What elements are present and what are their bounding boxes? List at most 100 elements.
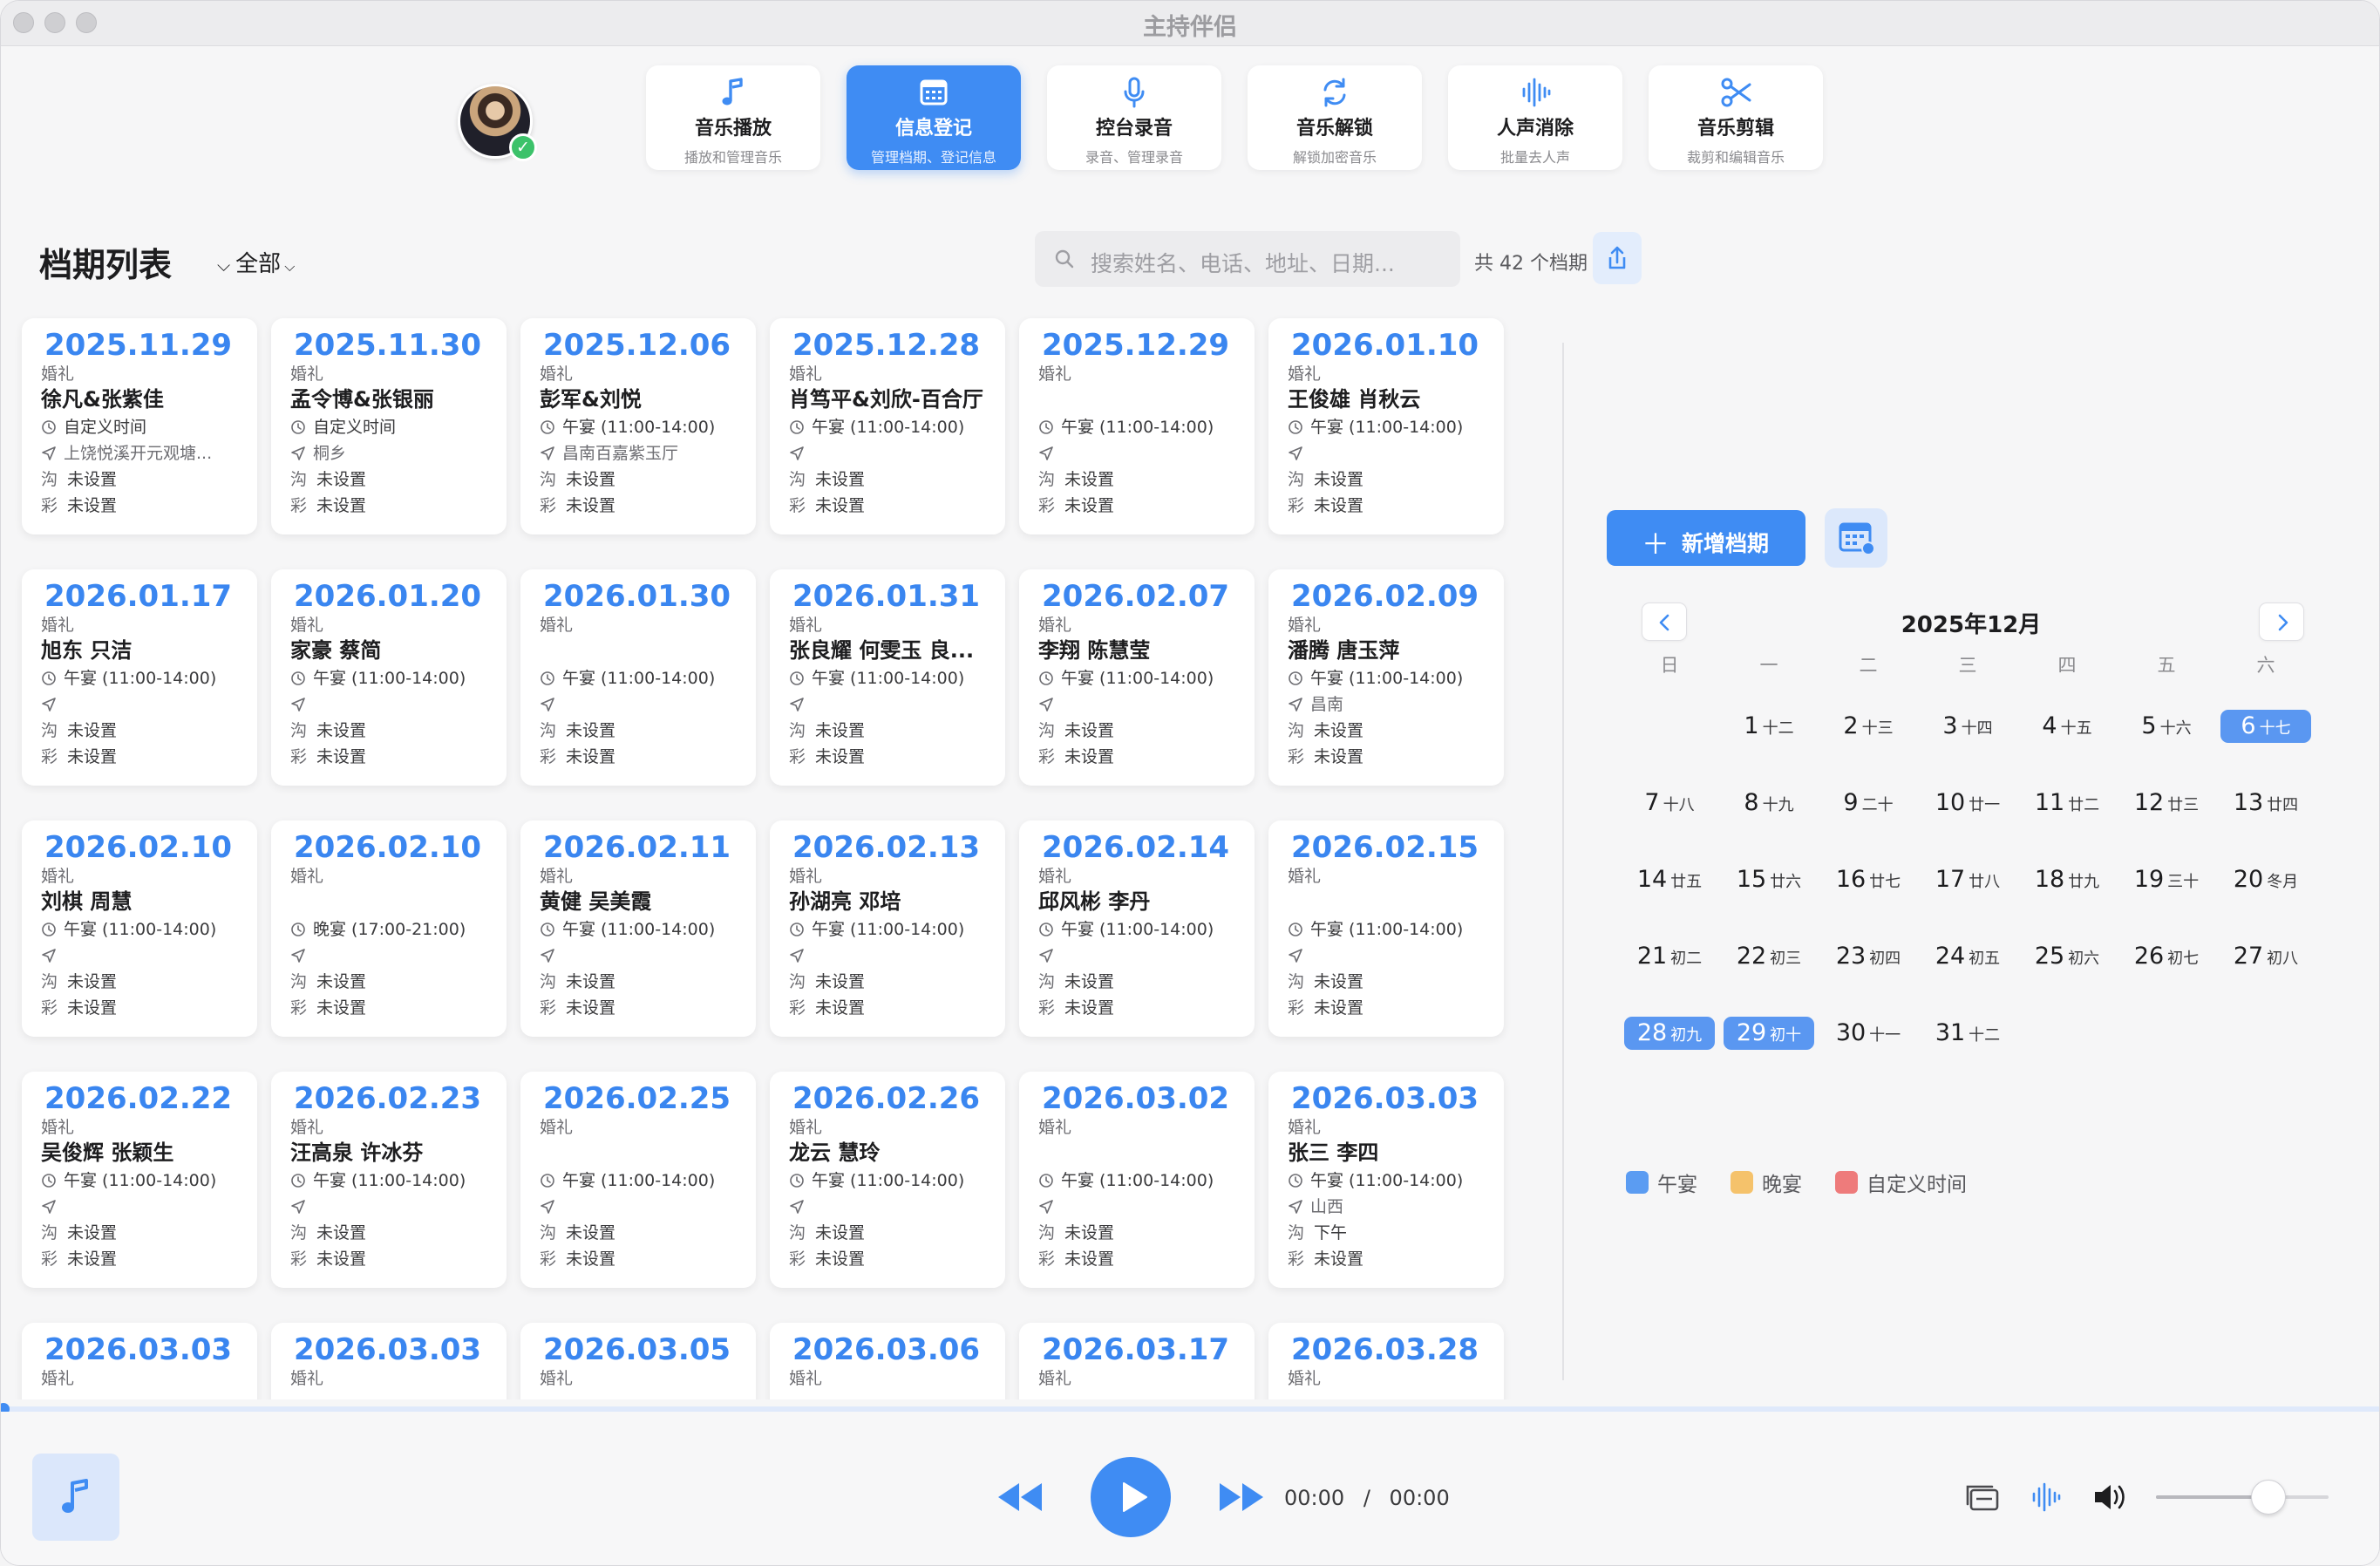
calendar-day[interactable]: 28 初九 <box>1624 1017 1715 1050</box>
volume-icon[interactable] <box>2091 1481 2126 1513</box>
filter-dropdown[interactable]: ⌵ 全部 ⌵ <box>217 246 295 278</box>
next-month-button[interactable] <box>2259 603 2304 641</box>
export-button[interactable] <box>1593 232 1642 284</box>
calendar-day[interactable]: 6 十七 <box>2220 710 2311 743</box>
schedule-card[interactable]: 2026.03.06婚礼沟彩 <box>770 1323 1005 1399</box>
schedule-card[interactable]: 2026.03.17婚礼沟彩 <box>1019 1323 1255 1399</box>
playlist-button[interactable] <box>1964 1481 2001 1513</box>
schedule-card[interactable]: 2026.02.10 婚礼 晚宴 (17:00-21:00) 沟未设置彩未设置 <box>271 820 507 1037</box>
time-slot: 午宴 (11:00-14:00) <box>1310 1171 1464 1190</box>
couple-names <box>1038 385 1255 414</box>
calendar-day[interactable]: 24 初五 <box>1922 940 2013 973</box>
schedule-card[interactable]: 2026.01.20 婚礼 家豪 蔡简 午宴 (11:00-14:00) 沟未设置彩未设… <box>271 569 507 786</box>
calendar-view-button[interactable] <box>1825 508 1887 568</box>
event-type: 婚礼 <box>41 364 75 384</box>
calendar-day[interactable]: 7 十八 <box>1624 786 1715 820</box>
vocal-remove-button[interactable] <box>2030 1481 2062 1513</box>
fast-forward-button[interactable] <box>1216 1478 1267 1516</box>
nav-button-4[interactable]: 人声消除 批量去人声 <box>1448 65 1622 170</box>
schedule-card[interactable]: 2025.12.06 婚礼 彭军&刘悦 午宴 (11:00-14:00) 昌南百嘉紫玉厅… <box>520 318 756 534</box>
calendar-day[interactable]: 9 二十 <box>1823 786 1914 820</box>
schedule-card[interactable]: 2026.03.28婚礼沟彩 <box>1268 1323 1504 1399</box>
cai-prefix: 彩 <box>290 496 308 515</box>
schedule-card[interactable]: 2026.02.26 婚礼 龙云 慧玲 午宴 (11:00-14:00) 沟未设置彩未设… <box>770 1072 1005 1288</box>
calendar-day[interactable]: 3 十四 <box>1922 710 2013 743</box>
schedule-card[interactable]: 2025.11.30 婚礼 孟令博&张银丽 自定义时间 桐乡沟未设置彩未设置 <box>271 318 507 534</box>
schedule-card[interactable]: 2026.01.30 婚礼 午宴 (11:00-14:00) 沟未设置彩未设置 <box>520 569 756 786</box>
search-input[interactable]: 搜索姓名、电话、地址、日期... <box>1035 231 1460 287</box>
event-type: 婚礼 <box>41 1369 75 1388</box>
page-title: 档期列表 <box>39 246 173 284</box>
calendar-day[interactable]: 21 初二 <box>1624 940 1715 973</box>
calendar-day[interactable]: 27 初八 <box>2220 940 2311 973</box>
calendar-day[interactable]: 11 廿二 <box>2022 786 2112 820</box>
calendar-day[interactable]: 26 初七 <box>2121 940 2212 973</box>
track-artwork[interactable] <box>32 1454 119 1541</box>
calendar-day[interactable]: 5 十六 <box>2121 710 2212 743</box>
schedule-card[interactable]: 2026.02.11 婚礼 黄健 吴美霞 午宴 (11:00-14:00) 沟未设置彩未… <box>520 820 756 1037</box>
nav-button-3[interactable]: 音乐解锁 解锁加密音乐 <box>1248 65 1422 170</box>
calendar-day[interactable]: 13 廿四 <box>2220 786 2311 820</box>
volume-slider[interactable] <box>2156 1480 2329 1515</box>
schedule-card[interactable]: 2026.02.25 婚礼 午宴 (11:00-14:00) 沟未设置彩未设置 <box>520 1072 756 1288</box>
calendar-day[interactable]: 14 廿五 <box>1624 863 1715 896</box>
user-avatar[interactable]: ✓ <box>458 84 537 161</box>
schedule-card[interactable]: 2026.01.17 婚礼 旭东 只洁 午宴 (11:00-14:00) 沟未设置彩未设… <box>22 569 257 786</box>
day-number: 19 <box>2133 866 2165 893</box>
location-row <box>290 943 507 969</box>
schedule-card[interactable]: 2026.03.03 婚礼 张三 李四 午宴 (11:00-14:00) 山西沟下午彩未… <box>1268 1072 1504 1288</box>
time-slot: 午宴 (11:00-14:00) <box>64 920 217 939</box>
schedule-card[interactable]: 2026.03.03婚礼沟彩 <box>22 1323 257 1399</box>
calendar-day[interactable]: 15 廿六 <box>1724 863 1814 896</box>
schedule-card[interactable]: 2026.01.10 婚礼 王俊雄 肖秋云 午宴 (11:00-14:00) 沟未设置彩… <box>1268 318 1504 534</box>
day-number: 21 <box>1636 943 1668 970</box>
schedule-date: 2026.02.07 <box>1042 579 1230 614</box>
schedule-card[interactable]: 2026.03.03婚礼沟彩 <box>271 1323 507 1399</box>
calendar-day[interactable]: 23 初四 <box>1823 940 1914 973</box>
nav-button-1[interactable]: 信息登记 管理档期、登记信息 <box>847 65 1021 170</box>
schedule-card[interactable]: 2025.12.29 婚礼 午宴 (11:00-14:00) 沟未设置彩未设置 <box>1019 318 1255 534</box>
schedule-card[interactable]: 2026.02.13 婚礼 孙湖亮 邓培 午宴 (11:00-14:00) 沟未设置彩未… <box>770 820 1005 1037</box>
nav-button-2[interactable]: 控台录音 录音、管理录音 <box>1047 65 1221 170</box>
calendar-day[interactable]: 17 廿八 <box>1922 863 2013 896</box>
calendar-day[interactable]: 2 十三 <box>1823 710 1914 743</box>
cai-row: 彩未设置 <box>1288 995 1504 1021</box>
schedule-date: 2025.12.06 <box>543 328 731 363</box>
calendar-day[interactable]: 8 十九 <box>1724 786 1814 820</box>
play-button[interactable] <box>1091 1457 1171 1537</box>
calendar-day[interactable]: 16 廿七 <box>1823 863 1914 896</box>
nav-button-5[interactable]: 音乐剪辑 裁剪和编辑音乐 <box>1649 65 1823 170</box>
schedule-card[interactable]: 2026.02.22 婚礼 吴俊辉 张颖生 午宴 (11:00-14:00) 沟未设置彩… <box>22 1072 257 1288</box>
schedule-card[interactable]: 2026.02.15 婚礼 午宴 (11:00-14:00) 沟未设置彩未设置 <box>1268 820 1504 1037</box>
schedule-card[interactable]: 2025.11.29 婚礼 徐凡&张紫佳 自定义时间 上饶悦溪开元观塘... 沟未设置彩未… <box>22 318 257 534</box>
nav-button-0[interactable]: 音乐播放 播放和管理音乐 <box>646 65 820 170</box>
schedule-card[interactable]: 2025.12.28 婚礼 肖笃平&刘欣-百合厅 午宴 (11:00-14:00) 沟未… <box>770 318 1005 534</box>
schedule-date: 2026.03.06 <box>792 1332 981 1367</box>
calendar-day[interactable]: 1 十二 <box>1724 710 1814 743</box>
calendar-day[interactable]: 10 廿一 <box>1922 786 2013 820</box>
schedule-card[interactable]: 2026.02.14 婚礼 邱风彬 李丹 午宴 (11:00-14:00) 沟未设置彩未… <box>1019 820 1255 1037</box>
volume-handle[interactable] <box>2251 1480 2286 1515</box>
schedule-card[interactable]: 2026.03.02 婚礼 午宴 (11:00-14:00) 沟未设置彩未设置 <box>1019 1072 1255 1288</box>
calendar-day[interactable]: 31 十二 <box>1922 1017 2013 1050</box>
schedule-card[interactable]: 2026.03.05婚礼沟彩 <box>520 1323 756 1399</box>
lunar-day: 廿七 <box>1869 873 1901 891</box>
time-slot: 午宴 (11:00-14:00) <box>812 1171 965 1190</box>
calendar-day[interactable]: 19 三十 <box>2121 863 2212 896</box>
schedule-card[interactable]: 2026.02.23 婚礼 汪高泉 许冰芬 午宴 (11:00-14:00) 沟未设置彩… <box>271 1072 507 1288</box>
calendar-day[interactable]: 25 初六 <box>2022 940 2112 973</box>
schedule-card[interactable]: 2026.01.31 婚礼 张良耀 何雯玉 良... 午宴 (11:00-14:00)… <box>770 569 1005 786</box>
schedule-card[interactable]: 2026.02.07 婚礼 李翔 陈慧莹 午宴 (11:00-14:00) 沟未设置彩未… <box>1019 569 1255 786</box>
calendar-day[interactable]: 20 冬月 <box>2220 863 2311 896</box>
schedule-card[interactable]: 2026.02.09 婚礼 潘腾 唐玉萍 午宴 (11:00-14:00) 昌南沟未设置… <box>1268 569 1504 786</box>
add-schedule-button[interactable]: ＋ 新增档期 <box>1607 510 1805 566</box>
calendar-day[interactable]: 12 廿三 <box>2121 786 2212 820</box>
calendar-day[interactable]: 18 廿九 <box>2022 863 2112 896</box>
calendar-day[interactable]: 4 十五 <box>2022 710 2112 743</box>
rewind-button[interactable] <box>995 1478 1045 1516</box>
calendar-day[interactable]: 22 初三 <box>1724 940 1814 973</box>
prev-month-button[interactable] <box>1642 603 1687 641</box>
calendar-day[interactable]: 29 初十 <box>1724 1017 1814 1050</box>
calendar-day[interactable]: 30 十一 <box>1823 1017 1914 1050</box>
schedule-card[interactable]: 2026.02.10 婚礼 刘棋 周慧 午宴 (11:00-14:00) 沟未设置彩未设… <box>22 820 257 1037</box>
